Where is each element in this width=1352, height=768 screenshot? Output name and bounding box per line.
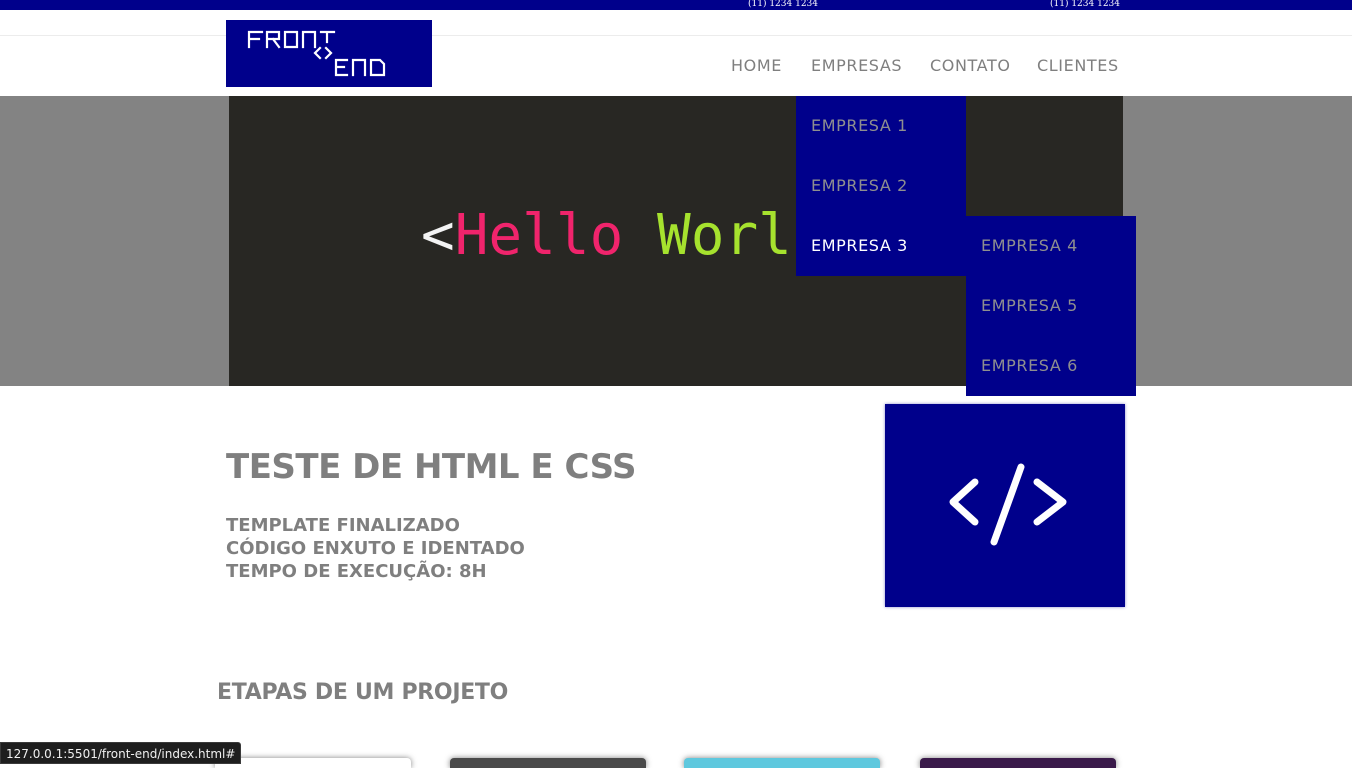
intro-line-2: CÓDIGO ENXUTO E IDENTADO <box>226 538 525 559</box>
top-contact-bar: (11) 1234 1234 (11) 1234 1234 <box>0 0 1352 10</box>
nav-contato[interactable]: CONTATO <box>930 56 1011 76</box>
hero-code-text: <Hello Worl <box>421 203 792 268</box>
project-step-card-1[interactable] <box>215 758 411 768</box>
section-title: ETAPAS DE UM PROJETO <box>217 680 509 705</box>
empresa-3-submenu: EMPRESA 4 EMPRESA 5 EMPRESA 6 <box>966 216 1136 396</box>
logo-icon <box>247 30 386 77</box>
header-divider <box>0 35 1352 36</box>
dropdown-item-empresa-3[interactable]: EMPRESA 3 <box>811 236 908 256</box>
logo-link[interactable] <box>226 20 432 87</box>
status-bar-url: 127.0.0.1:5501/front-end/index.html# <box>0 742 242 764</box>
submenu-item-empresa-5[interactable]: EMPRESA 5 <box>981 296 1078 316</box>
code-brackets-icon <box>949 463 1067 546</box>
nav-home[interactable]: HOME <box>731 56 782 76</box>
empresas-dropdown: EMPRESA 1 EMPRESA 2 EMPRESA 3 <box>796 96 966 276</box>
project-step-card-2[interactable] <box>450 758 646 768</box>
intro-line-1: TEMPLATE FINALIZADO <box>226 515 460 536</box>
dropdown-item-empresa-1[interactable]: EMPRESA 1 <box>811 116 908 136</box>
project-step-card-3[interactable] <box>684 758 880 768</box>
intro-title: TESTE DE HTML E CSS <box>226 447 637 487</box>
phone-number-1: (11) 1234 1234 <box>748 0 819 9</box>
submenu-item-empresa-6[interactable]: EMPRESA 6 <box>981 356 1078 376</box>
dropdown-item-empresa-2[interactable]: EMPRESA 2 <box>811 176 908 196</box>
phone-number-2: (11) 1234 1234 <box>1050 0 1121 9</box>
intro-feature-list: TEMPLATE FINALIZADO CÓDIGO ENXUTO E IDEN… <box>226 514 525 583</box>
project-step-card-4[interactable] <box>920 758 1116 768</box>
intro-line-3: TEMPO DE EXECUÇÃO: 8H <box>226 561 487 582</box>
code-illustration <box>885 404 1125 607</box>
submenu-item-empresa-4[interactable]: EMPRESA 4 <box>981 236 1078 256</box>
nav-empresas[interactable]: EMPRESAS <box>811 56 902 76</box>
nav-clientes[interactable]: CLIENTES <box>1037 56 1119 76</box>
